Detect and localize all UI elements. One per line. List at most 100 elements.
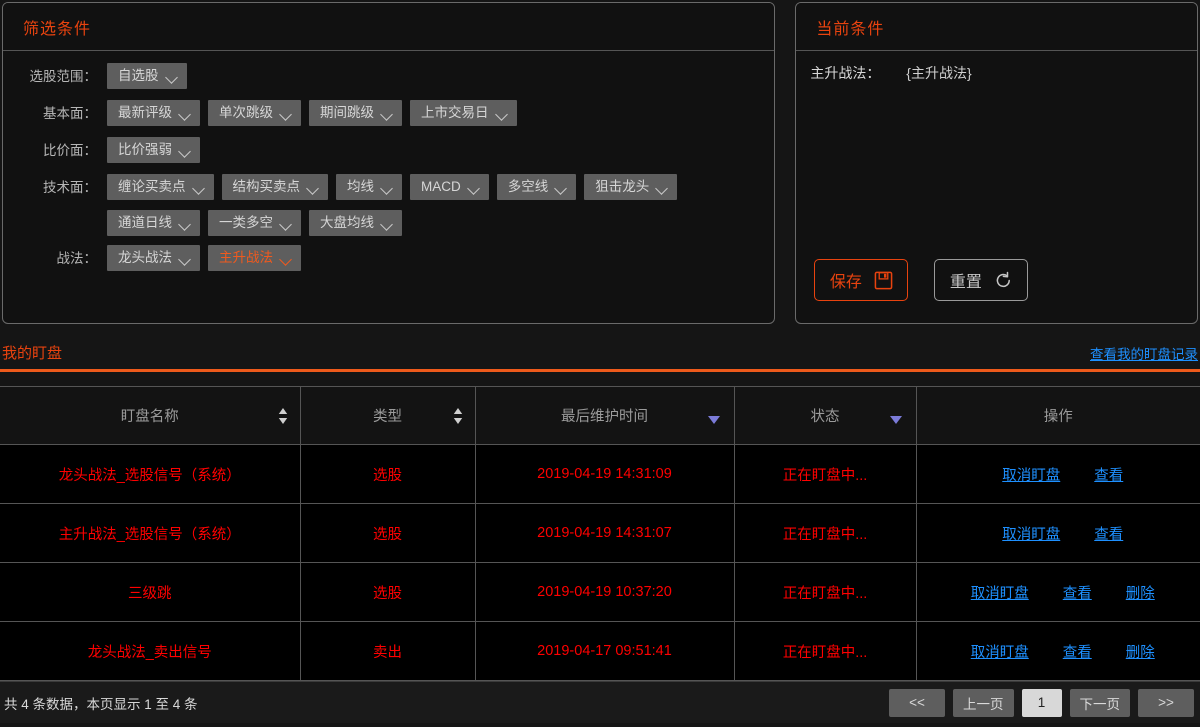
table-header-label: 最后维护时间 [561,409,648,425]
filter-dropdown-5[interactable]: 多空线 [496,174,577,200]
cell-status: 正在盯盘中... [734,621,917,681]
filter-dropdown-label: 一类多空 [219,215,273,230]
chevron-down-icon [180,147,191,154]
filter-dropdown-4[interactable]: 上市交易日 [410,100,517,126]
filter-dropdown-label: 自选股 [118,68,159,83]
current-condition-content: 主升战法： {主升战法} [796,51,1197,259]
chevron-down-icon [281,255,292,262]
filter-panel-header: 筛选条件 [3,3,775,51]
filter-dropdown-6[interactable]: 狙击龙头 [584,174,678,200]
filter-dropdown-1[interactable]: 缠论买卖点 [107,174,214,200]
chevron-down-icon [180,220,191,227]
cell-time: 2019-04-17 09:51:41 [475,621,735,681]
cell-status: 正在盯盘中... [734,562,917,622]
filter-dropdown-2[interactable]: 主升战法 [208,245,301,271]
current-panel-actions: 保存 重置 [796,259,1197,301]
op-link-3[interactable]: 删除 [1126,645,1155,661]
table-header-cell[interactable]: 类型 [300,386,476,445]
op-link-2[interactable]: 查看 [1063,645,1092,661]
chevron-down-icon [308,184,319,191]
condition-value: {主升战法} [906,65,972,81]
filter-dropdown-4[interactable]: MACD [410,174,489,200]
sort-icon[interactable] [453,407,463,424]
filter-row-label: 战法： [56,251,98,266]
op-link-2[interactable]: 查看 [1094,468,1123,484]
chevron-down-icon [469,184,480,191]
op-link-1[interactable]: 取消盯盘 [971,586,1029,602]
table-row: 主升战法_选股信号（系统） 选股 2019-04-19 14:31:07 正在盯盘中.… [0,503,1200,563]
chevron-down-icon [382,184,393,191]
table-header-cell[interactable]: 盯盘名称 [0,386,301,445]
app-root: 筛选条件 选股范围： 自选股基本面： 最新评级 单次跳级 期间跳级 上市交易日比价面： 比价… [0,0,1200,727]
cell-name: 龙头战法_卖出信号 [0,621,301,681]
filter-dropdown-2[interactable]: 结构买卖点 [221,174,328,200]
filter-row-label: 选股范围： [29,69,98,84]
filter-dropdown-3[interactable]: 期间跳级 [309,100,402,126]
chevron-down-icon [382,220,393,227]
cell-name: 三级跳 [0,562,301,622]
filter-dropdown-1[interactable]: 龙头战法 [107,245,200,271]
filter-row-fields: 比价强弱 [107,137,758,163]
op-link-2[interactable]: 查看 [1063,586,1092,602]
chevron-down-icon [382,110,393,117]
reset-button[interactable]: 重置 [934,259,1029,301]
filter-row-label: 比价面： [43,143,97,158]
pagination-button[interactable]: 上一页 [953,688,1014,717]
filter-dropdown-1[interactable]: 自选股 [107,63,187,89]
cell-type: 选股 [300,503,476,563]
filter-panel-title: 筛选条件 [23,20,92,38]
table-row: 龙头战法_选股信号（系统） 选股 2019-04-19 14:31:09 正在盯盘中.… [0,444,1200,504]
table-header-cell[interactable]: 最后维护时间 [475,386,735,445]
filter-row: 战法： 龙头战法 主升战法 [19,245,758,273]
cell-time: 2019-04-19 14:31:09 [475,444,735,504]
filter-dropdown-8[interactable]: 一类多空 [208,210,301,236]
filter-arrow-icon[interactable] [707,412,720,424]
filter-dropdown-9[interactable]: 大盘均线 [309,210,402,236]
save-button[interactable]: 保存 [814,259,909,301]
filter-dropdown-label: 缠论买卖点 [118,179,186,194]
table-header-content: 盯盘名称 [1,405,299,426]
filter-row: 基本面： 最新评级 单次跳级 期间跳级 上市交易日 [19,100,758,128]
cell-operations: 取消盯盘 查看 删除 [916,621,1200,681]
chevron-down-icon [180,255,191,262]
filter-panels-container: 筛选条件 选股范围： 自选股基本面： 最新评级 单次跳级 期间跳级 上市交易日比价面： 比价… [0,0,1200,324]
op-link-1[interactable]: 取消盯盘 [1002,468,1060,484]
current-conditions-panel: 当前条件 主升战法： {主升战法} 保存 重置 [795,2,1198,324]
table-body: 龙头战法_选股信号（系统） 选股 2019-04-19 14:31:09 正在盯盘中.… [0,444,1200,681]
filter-dropdown-7[interactable]: 通道日线 [107,210,200,236]
filter-dropdown-1[interactable]: 最新评级 [107,100,200,126]
op-link-3[interactable]: 删除 [1126,586,1155,602]
table-header-cell[interactable]: 状态 [734,386,917,445]
sort-icon[interactable] [278,407,288,424]
records-summary: 共 4 条数据，本页显示 1 至 4 条 [4,696,198,712]
cell-time: 2019-04-19 14:31:07 [475,503,735,563]
op-link-2[interactable]: 查看 [1094,527,1123,543]
pagination-button[interactable]: 1 [1021,688,1062,717]
cell-status: 正在盯盘中... [734,503,917,563]
pagination-button[interactable]: 下一页 [1069,688,1130,717]
filter-arrow-icon[interactable] [889,412,902,424]
filter-dropdown-label: 单次跳级 [219,105,273,120]
pagination-button[interactable]: << [889,688,945,717]
filter-dropdown-label: 结构买卖点 [232,179,301,194]
table-header-label: 操作 [1043,409,1073,425]
cell-operations: 取消盯盘 查看 删除 [916,562,1200,622]
my-watchlist-section-header: 我的盯盘 查看我的盯盘记录 [0,342,1200,363]
op-link-1[interactable]: 取消盯盘 [1002,527,1060,543]
chevron-down-icon [281,220,292,227]
table-header-content: 状态 [736,405,915,426]
chevron-down-icon [497,110,508,117]
filter-row: 技术面： 缠论买卖点 结构买卖点 均线 MACD 多空线 狙击龙头 通道日线 一类多空 大盘均线 [19,174,758,236]
filter-row-label: 基本面： [43,106,97,121]
filter-dropdown-3[interactable]: 均线 [336,174,402,200]
filter-dropdown-1[interactable]: 比价强弱 [107,137,200,163]
table-header-label: 盯盘名称 [120,409,179,425]
filter-dropdown-2[interactable]: 单次跳级 [208,100,301,126]
current-condition-line: 主升战法： {主升战法} [810,63,1183,83]
op-link-1[interactable]: 取消盯盘 [971,645,1029,661]
pagination-button[interactable]: >> [1138,688,1194,717]
filter-dropdown-label: 主升战法 [219,250,273,265]
filter-row: 选股范围： 自选股 [19,63,758,91]
condition-key: 主升战法： [810,65,881,81]
view-watch-records-link[interactable]: 查看我的盯盘记录 [1090,343,1198,363]
